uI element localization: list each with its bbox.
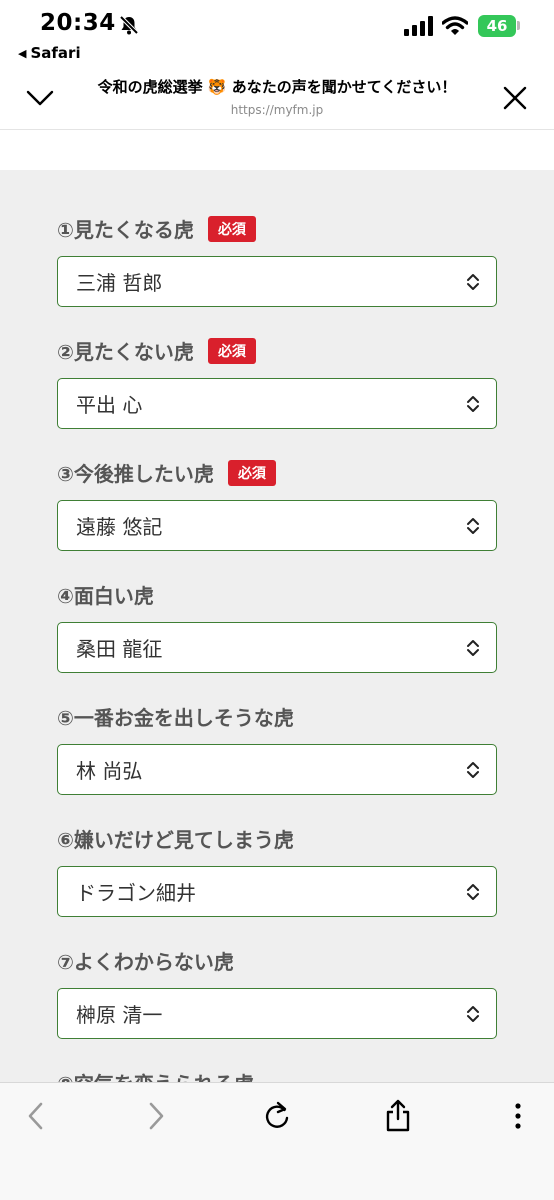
share-button[interactable] <box>378 1099 418 1133</box>
page-top-spacer <box>0 131 554 170</box>
question-3-label: ③今後推したい虎 必須 <box>57 458 276 487</box>
question-7-select[interactable]: 榊原 清一 <box>57 988 497 1039</box>
close-icon[interactable] <box>496 80 534 116</box>
back-to-app-button[interactable]: ◀ Safari <box>18 44 81 62</box>
survey-form: ①見たくなる虎 必須 三浦 哲郎 ②見たくない虎 必須 平出 心 ③今後推したい… <box>0 170 554 1082</box>
back-button[interactable] <box>16 1099 56 1133</box>
select-value: ドラゴン細井 <box>76 881 196 905</box>
wifi-icon <box>442 16 468 35</box>
updown-chevron-icon <box>467 762 479 778</box>
forward-button[interactable] <box>136 1099 176 1133</box>
updown-chevron-icon <box>467 640 479 656</box>
bell-slash-icon <box>119 15 139 35</box>
status-bar: 20:34 ◀ Safari 46 <box>0 0 554 70</box>
page-title: 令和の虎総選挙 🐯 あなたの声を聞かせてください！ <box>97 78 457 96</box>
select-value: 三浦 哲郎 <box>76 271 163 295</box>
question-5-label: ⑤一番お金を出しそうな虎 <box>57 702 294 731</box>
browser-toolbar <box>0 1082 554 1200</box>
cellular-signal-icon <box>404 16 433 36</box>
more-button[interactable] <box>498 1099 538 1133</box>
required-badge: 必須 <box>207 337 256 364</box>
question-label-text: ②見たくない虎 <box>57 340 194 364</box>
reload-button[interactable] <box>257 1099 297 1133</box>
question-label-text: ⑦よくわからない虎 <box>57 950 234 974</box>
question-label-text: ⑥嫌いだけど見てしまう虎 <box>57 828 294 852</box>
updown-chevron-icon <box>467 274 479 290</box>
back-app-label: Safari <box>30 44 81 62</box>
question-1-select[interactable]: 三浦 哲郎 <box>57 256 497 307</box>
question-label-text: ⑤一番お金を出しそうな虎 <box>57 706 294 730</box>
question-1-label: ①見たくなる虎 必須 <box>57 214 256 243</box>
select-value: 榊原 清一 <box>76 1003 163 1027</box>
question-2-label: ②見たくない虎 必須 <box>57 336 256 365</box>
updown-chevron-icon <box>467 518 479 534</box>
question-2-select[interactable]: 平出 心 <box>57 378 497 429</box>
battery-tip <box>517 21 520 30</box>
updown-chevron-icon <box>467 884 479 900</box>
back-triangle-icon: ◀ <box>18 46 27 60</box>
select-value: 平出 心 <box>76 393 143 417</box>
question-7-label: ⑦よくわからない虎 <box>57 946 234 975</box>
question-4-label: ④面白い虎 <box>57 580 154 609</box>
question-4-select[interactable]: 桑田 龍征 <box>57 622 497 673</box>
more-icon <box>515 1103 521 1129</box>
back-arrow-icon <box>28 1102 43 1130</box>
question-label-text: ④面白い虎 <box>57 584 154 608</box>
question-5-select[interactable]: 林 尚弘 <box>57 744 497 795</box>
battery-level: 46 <box>486 17 508 35</box>
battery-indicator: 46 <box>478 15 516 37</box>
page-url: https://myfm.jp <box>230 103 324 117</box>
select-value: 桑田 龍征 <box>76 637 163 661</box>
select-value: 遠藤 悠記 <box>76 515 163 539</box>
question-8-label: ⑧空気を変えられる虎 <box>57 1068 254 1082</box>
status-time: 20:34 <box>40 10 116 36</box>
updown-chevron-icon <box>467 396 479 412</box>
question-6-label: ⑥嫌いだけど見てしまう虎 <box>57 824 294 853</box>
updown-chevron-icon <box>467 1006 479 1022</box>
question-label-text: ⑧空気を変えられる虎 <box>57 1068 254 1082</box>
browser-header: 令和の虎総選挙 🐯 あなたの声を聞かせてください！ https://myfm.j… <box>0 70 554 130</box>
share-icon <box>386 1099 410 1132</box>
question-3-select[interactable]: 遠藤 悠記 <box>57 500 497 551</box>
forward-arrow-icon <box>149 1102 164 1130</box>
required-badge: 必須 <box>207 215 256 242</box>
select-value: 林 尚弘 <box>76 759 143 783</box>
question-6-select[interactable]: ドラゴン細井 <box>57 866 497 917</box>
chevron-down-icon[interactable] <box>20 80 60 116</box>
reload-icon <box>265 1101 289 1128</box>
required-badge: 必須 <box>227 459 276 486</box>
question-label-text: ③今後推したい虎 <box>57 462 214 486</box>
question-label-text: ①見たくなる虎 <box>57 218 194 242</box>
